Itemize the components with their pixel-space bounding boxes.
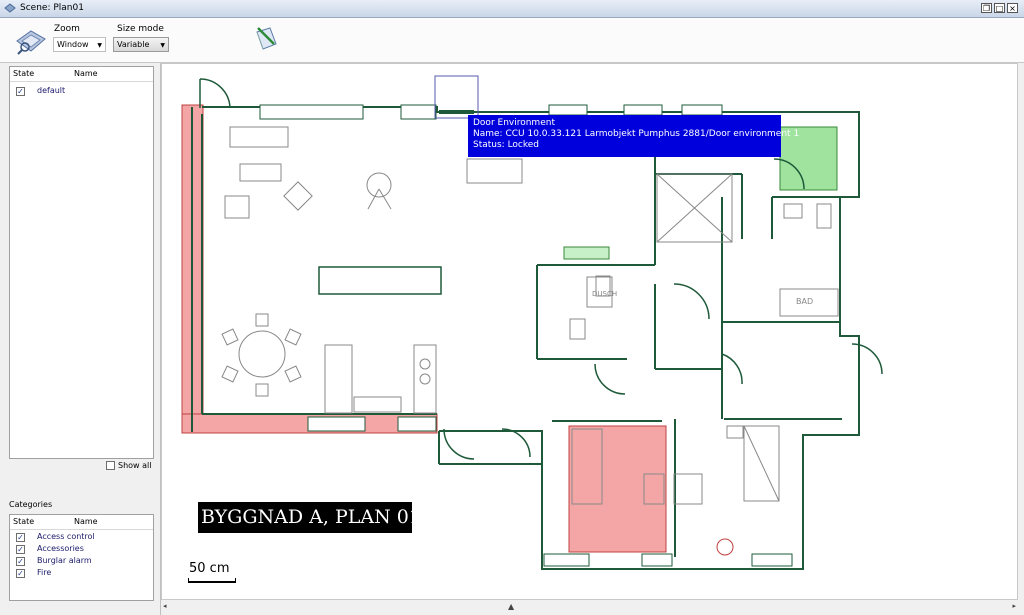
scale-bar <box>188 578 236 583</box>
restore-icon[interactable]: ❐ <box>981 3 992 13</box>
category-checkbox[interactable]: ✓ <box>16 545 25 554</box>
scale-label: 50 cm <box>189 561 230 576</box>
chevron-up-icon[interactable]: ▲ <box>508 602 514 611</box>
category-list[interactable]: State Name ✓ Access control ✓ Accessorie… <box>9 514 154 601</box>
zoom-label: Zoom <box>54 24 80 34</box>
category-name: Access control <box>37 532 95 541</box>
horizontal-scrollbar[interactable]: ◂ ▲ ▸ <box>161 600 1018 615</box>
chevron-down-icon: ▼ <box>97 42 102 49</box>
category-name: Accessories <box>37 544 84 553</box>
scroll-right-icon[interactable]: ▸ <box>1012 602 1016 610</box>
category-checkbox[interactable]: ✓ <box>16 557 25 566</box>
alarm-zone-room[interactable] <box>568 425 667 553</box>
left-panel: State Name ✓ default Show all Categories… <box>0 63 161 615</box>
door-environment-tooltip: Door Environment Name: CCU 10.0.33.121 L… <box>468 115 800 157</box>
category-checkbox[interactable]: ✓ <box>16 533 25 542</box>
scene-icon <box>4 3 16 13</box>
size-mode-label: Size mode <box>117 24 164 34</box>
category-name: Fire <box>37 568 52 577</box>
toolbar: Zoom Window ▼ Size mode Variable ▼ <box>0 18 1024 63</box>
state-column-header: State <box>13 69 35 78</box>
edit-icon[interactable] <box>252 24 280 52</box>
layer-checkbox[interactable]: ✓ <box>16 87 25 96</box>
room-label-dusch: DUSCH <box>592 290 617 298</box>
name-column-header: Name <box>74 517 98 526</box>
category-row[interactable]: ✓ Burglar alarm <box>10 555 153 567</box>
layer-row[interactable]: ✓ default <box>10 85 153 97</box>
category-row[interactable]: ✓ Fire <box>10 567 153 579</box>
layer-list[interactable]: State Name ✓ default <box>9 66 154 459</box>
floor-plan-canvas[interactable]: DUSCH BAD Door Environment Name: CCU 10.… <box>161 63 1018 600</box>
title-bar: Scene: Plan01 ❐ □ × <box>0 0 1024 18</box>
category-checkbox[interactable]: ✓ <box>16 569 25 578</box>
category-name: Burglar alarm <box>37 556 92 565</box>
vertical-scrollbar[interactable] <box>1018 63 1024 615</box>
tooltip-name: Name: CCU 10.0.33.121 Larmobjekt Pumphus… <box>473 129 800 139</box>
zoom-select[interactable]: Window ▼ <box>53 37 106 52</box>
layer-name: default <box>37 86 66 95</box>
size-mode-select[interactable]: Variable ▼ <box>113 37 169 52</box>
room-label-bad: BAD <box>796 297 813 306</box>
size-mode-value: Variable <box>117 40 150 49</box>
walls <box>191 106 860 570</box>
category-row[interactable]: ✓ Access control <box>10 531 153 543</box>
close-icon[interactable]: × <box>1007 3 1018 13</box>
show-all-checkbox[interactable] <box>106 461 115 470</box>
category-list-header: State Name <box>10 515 153 530</box>
categories-title: Categories <box>9 500 53 509</box>
show-all-label: Show all <box>118 461 152 470</box>
furniture <box>221 126 839 556</box>
maximize-icon[interactable]: □ <box>994 3 1005 13</box>
scroll-left-icon[interactable]: ◂ <box>163 602 167 610</box>
state-column-header: State <box>13 517 35 526</box>
zoom-icon[interactable] <box>14 27 48 55</box>
category-row[interactable]: ✓ Accessories <box>10 543 153 555</box>
building-label: BYGGNAD A, PLAN 01 <box>198 502 421 533</box>
name-column-header: Name <box>74 69 98 78</box>
window-title: Scene: Plan01 <box>20 3 84 13</box>
layer-list-header: State Name <box>10 67 153 82</box>
chevron-down-icon: ▼ <box>160 42 165 49</box>
tooltip-status: Status: Locked <box>473 140 540 150</box>
tooltip-title: Door Environment <box>473 118 555 128</box>
zoom-value: Window <box>57 40 89 49</box>
